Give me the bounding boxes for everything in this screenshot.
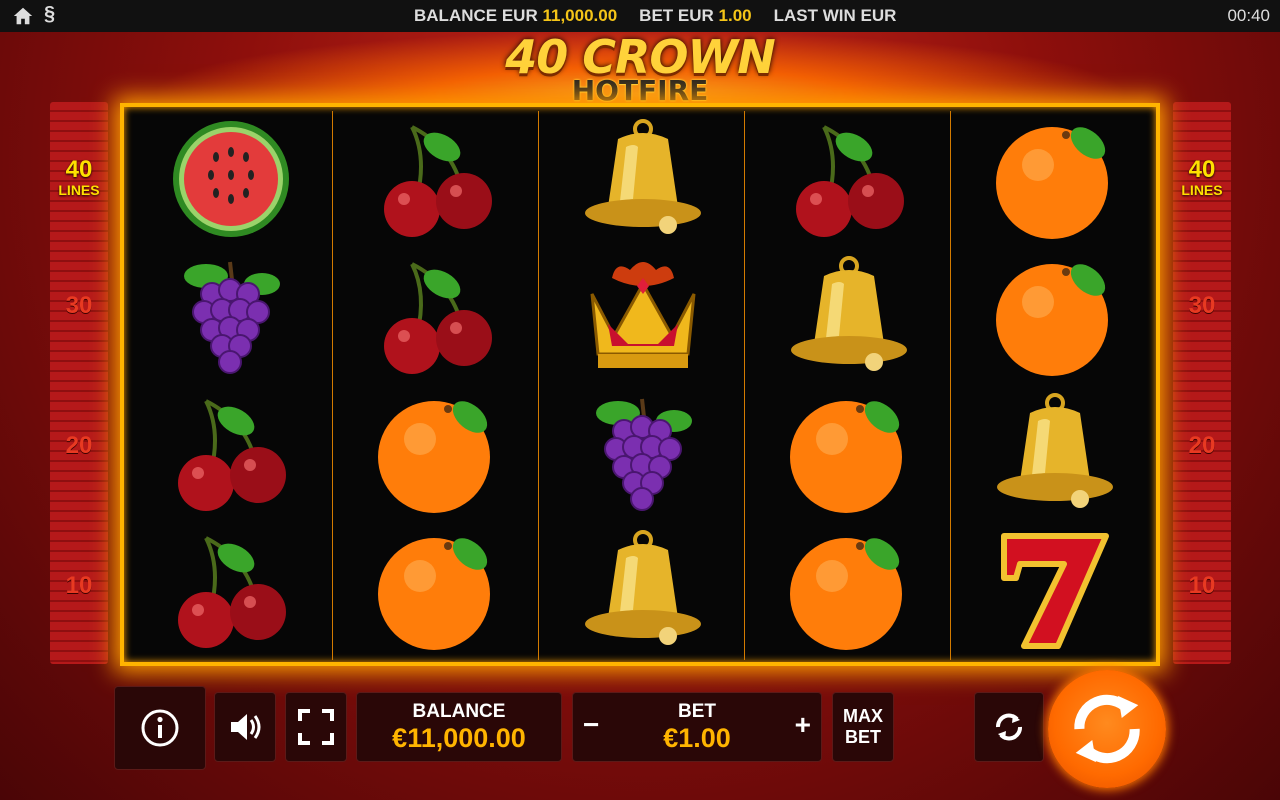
- balance-value: €11,000.00: [392, 722, 526, 753]
- status-bar: § BALANCE EUR 11,000.00 BET EUR 1.00 LAS…: [0, 0, 1280, 32]
- home-icon[interactable]: [12, 5, 34, 27]
- reel: [128, 111, 333, 660]
- bet-panel: − BET €1.00 +: [572, 692, 822, 762]
- meter-marker: 10: [1188, 572, 1216, 599]
- balance-label: BALANCE: [412, 700, 506, 722]
- orange-symbol: [746, 522, 951, 659]
- meter-marker: 20: [65, 432, 93, 459]
- orange-symbol: [334, 385, 539, 522]
- bet-value: €1.00: [663, 722, 731, 753]
- clock: 00:40: [1227, 6, 1270, 25]
- bet-label: BET: [678, 700, 716, 722]
- cherry-symbol: [746, 111, 951, 248]
- grapes-symbol: [128, 248, 333, 385]
- reel: [952, 111, 1157, 660]
- sound-button[interactable]: [214, 692, 276, 762]
- reels-area: [120, 103, 1160, 666]
- sound-icon: [231, 714, 261, 740]
- bell-symbol: [952, 385, 1157, 522]
- crown-symbol: [540, 248, 745, 385]
- meter-marker: 20: [1188, 432, 1216, 459]
- reel: [746, 111, 951, 660]
- info-button[interactable]: [114, 686, 206, 770]
- spin-button[interactable]: [1048, 670, 1166, 788]
- watermelon-symbol: [128, 111, 333, 248]
- cherry-symbol: [128, 385, 333, 522]
- fullscreen-icon: [298, 709, 334, 745]
- rules-icon[interactable]: §: [44, 3, 55, 26]
- bet-increase-button[interactable]: +: [795, 709, 811, 741]
- game-logo: 40 CROWN HOTFIRE: [480, 30, 800, 112]
- bell-symbol: [540, 111, 745, 248]
- info-icon: [141, 709, 179, 747]
- orange-symbol: [952, 111, 1157, 248]
- bell-symbol: [746, 248, 951, 385]
- bet-decrease-button[interactable]: −: [583, 709, 599, 741]
- orange-symbol: [952, 248, 1157, 385]
- status-last-win: LAST WIN EUR: [773, 6, 897, 25]
- balance-panel: BALANCE €11,000.00: [356, 692, 562, 762]
- reel: [334, 111, 539, 660]
- fullscreen-button[interactable]: [285, 692, 347, 762]
- autoplay-button[interactable]: [974, 692, 1044, 762]
- lines-indicator: 40 LINES: [58, 156, 100, 199]
- orange-symbol: [746, 385, 951, 522]
- status-values: BALANCE EUR 11,000.00 BET EUR 1.00 LAST …: [414, 6, 896, 26]
- paylines-meter-right: 40 LINES 30 20 10: [1173, 102, 1231, 664]
- lines-indicator: 40 LINES: [1181, 156, 1223, 199]
- cherry-symbol: [334, 248, 539, 385]
- grapes-symbol: [540, 385, 745, 522]
- autoplay-icon: [996, 713, 1022, 741]
- meter-marker: 30: [1188, 292, 1216, 319]
- meter-marker: 30: [65, 292, 93, 319]
- bell-symbol: [540, 522, 745, 659]
- max-bet-line2: BET: [845, 727, 881, 747]
- cherry-symbol: [334, 111, 539, 248]
- meter-marker: 10: [65, 572, 93, 599]
- max-bet-line1: MAX: [843, 706, 883, 726]
- seven-symbol: [952, 522, 1157, 659]
- spin-icon: [1074, 694, 1140, 764]
- max-bet-button[interactable]: MAX BET: [832, 692, 894, 762]
- paylines-meter-left: 40 LINES 30 20 10: [50, 102, 108, 664]
- status-balance: BALANCE EUR 11,000.00: [414, 6, 618, 25]
- orange-symbol: [334, 522, 539, 659]
- reel: [540, 111, 745, 660]
- cherry-symbol: [128, 522, 333, 659]
- status-bet: BET EUR 1.00: [639, 6, 752, 25]
